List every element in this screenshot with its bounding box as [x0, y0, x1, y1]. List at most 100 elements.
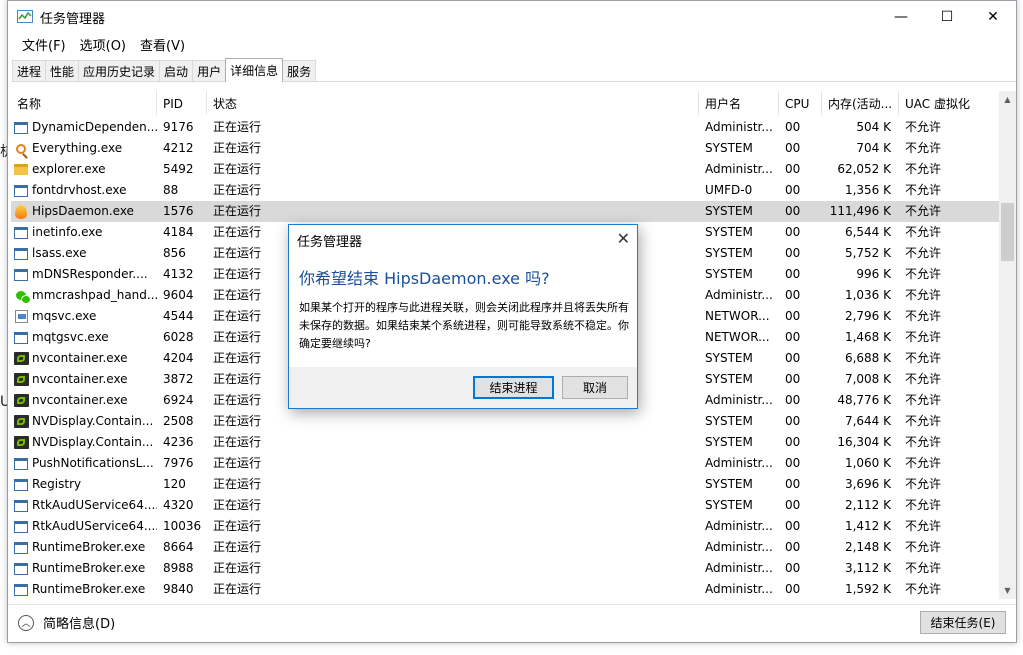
process-status-cell: 正在运行	[213, 411, 699, 432]
tab-services[interactable]: 服务	[282, 60, 316, 81]
process-status-cell: 正在运行	[213, 432, 699, 453]
process-uac-cell: 不允许	[905, 558, 999, 579]
process-pid-cell: 9840	[163, 579, 207, 599]
process-cpu-cell: 00	[785, 201, 822, 222]
table-row[interactable]: DynamicDependen...9176正在运行Administr...00…	[11, 117, 999, 138]
column-header-user[interactable]: 用户名	[699, 91, 779, 115]
tab-users[interactable]: 用户	[192, 60, 226, 81]
table-row[interactable]: PushNotificationsL...7976正在运行Administr..…	[11, 453, 999, 474]
process-name: nvcontainer.exe	[32, 390, 128, 411]
process-pid-cell: 4544	[163, 306, 207, 327]
process-name: RuntimeBroker.exe	[32, 579, 145, 599]
process-user-cell: SYSTEM	[705, 411, 779, 432]
process-user-cell: NETWOR...	[705, 306, 779, 327]
process-memory-cell: 3,112 K	[822, 558, 899, 579]
column-header-memory[interactable]: 内存(活动...	[822, 91, 899, 115]
process-memory-cell: 6,688 K	[822, 348, 899, 369]
tab-details[interactable]: 详细信息	[225, 58, 283, 82]
process-memory-cell: 5,752 K	[822, 243, 899, 264]
process-name: NVDisplay.Contain...	[32, 432, 153, 453]
process-uac-cell: 不允许	[905, 201, 999, 222]
process-name-cell: NVDisplay.Contain...	[11, 432, 157, 453]
chevron-up-icon: ︿	[18, 615, 34, 631]
process-name-cell: inetinfo.exe	[11, 222, 157, 243]
process-name-cell: RuntimeBroker.exe	[11, 558, 157, 579]
end-task-button[interactable]: 结束任务(E)	[920, 611, 1006, 634]
mq-icon	[13, 309, 29, 325]
process-name: mDNSResponder....	[32, 264, 148, 285]
dialog-body: 你希望结束 HipsDaemon.exe 吗? 如果某个打开的程序与此进程关联，…	[289, 255, 637, 367]
table-row[interactable]: RtkAudUService64....4320正在运行SYSTEM002,11…	[11, 495, 999, 516]
nvidia-icon	[13, 393, 29, 409]
process-uac-cell: 不允许	[905, 306, 999, 327]
window-icon	[13, 246, 29, 262]
sort-arrow-icon: ^	[79, 91, 87, 97]
dialog-close-icon[interactable]: ✕	[617, 229, 630, 248]
vertical-scrollbar[interactable]: ▲ ▼	[999, 91, 1016, 599]
table-row[interactable]: Registry120正在运行SYSTEM003,696 K不允许	[11, 474, 999, 495]
table-row[interactable]: HipsDaemon.exe1576正在运行SYSTEM00111,496 K不…	[11, 201, 999, 222]
process-name: inetinfo.exe	[32, 222, 102, 243]
title-bar[interactable]: 任务管理器 — ☐ ✕	[8, 1, 1016, 33]
column-header-name-label: 名称	[17, 97, 41, 111]
table-row[interactable]: Everything.exe4212正在运行SYSTEM00704 K不允许	[11, 138, 999, 159]
process-memory-cell: 16,304 K	[822, 432, 899, 453]
minimize-button[interactable]: —	[878, 1, 924, 33]
scroll-down-icon[interactable]: ▼	[999, 582, 1016, 599]
process-pid-cell: 8664	[163, 537, 207, 558]
tab-performance[interactable]: 性能	[45, 60, 79, 81]
scroll-thumb[interactable]	[1001, 203, 1014, 261]
table-row[interactable]: explorer.exe5492正在运行Administr...0062,052…	[11, 159, 999, 180]
table-header: ^ 名称 PID 状态 用户名 CPU 内存(活动... UAC 虚拟化	[11, 91, 999, 115]
table-row[interactable]: fontdrvhost.exe88正在运行UMFD-0001,356 K不允许	[11, 180, 999, 201]
process-name-cell: Everything.exe	[11, 138, 157, 159]
dialog-title-bar[interactable]: 任务管理器 ✕	[289, 225, 637, 255]
column-header-cpu[interactable]: CPU	[779, 91, 822, 115]
process-status-cell: 正在运行	[213, 579, 699, 599]
menu-file[interactable]: 文件(F)	[15, 35, 73, 54]
process-name-cell: mmcrashpad_hand...	[11, 285, 157, 306]
process-cpu-cell: 00	[785, 327, 822, 348]
menu-view[interactable]: 查看(V)	[133, 35, 192, 54]
tab-bar: 进程 性能 应用历史记录 启动 用户 详细信息 服务	[12, 57, 1016, 82]
process-pid-cell: 8988	[163, 558, 207, 579]
column-header-name[interactable]: ^ 名称	[11, 91, 157, 115]
tab-startup[interactable]: 启动	[159, 60, 193, 81]
process-uac-cell: 不允许	[905, 537, 999, 558]
process-memory-cell: 1,468 K	[822, 327, 899, 348]
tab-app-history[interactable]: 应用历史记录	[78, 60, 160, 81]
end-process-button[interactable]: 结束进程	[473, 376, 554, 399]
fewer-details-button[interactable]: ︿ 简略信息(D)	[18, 613, 115, 632]
window-icon	[13, 120, 29, 136]
window-icon	[13, 561, 29, 577]
cancel-button[interactable]: 取消	[562, 376, 628, 399]
process-uac-cell: 不允许	[905, 348, 999, 369]
process-name-cell: PushNotificationsL...	[11, 453, 157, 474]
process-pid-cell: 9176	[163, 117, 207, 138]
scroll-up-icon[interactable]: ▲	[999, 91, 1016, 108]
dialog-title: 任务管理器	[297, 231, 362, 250]
close-button[interactable]: ✕	[970, 1, 1016, 33]
column-header-uac[interactable]: UAC 虚拟化	[899, 91, 999, 115]
table-row[interactable]: NVDisplay.Contain...2508正在运行SYSTEM007,64…	[11, 411, 999, 432]
process-status-cell: 正在运行	[213, 537, 699, 558]
menu-options[interactable]: 选项(O)	[73, 35, 133, 54]
tab-processes[interactable]: 进程	[12, 60, 46, 81]
process-cpu-cell: 00	[785, 495, 822, 516]
window-icon	[13, 456, 29, 472]
process-uac-cell: 不允许	[905, 369, 999, 390]
table-row[interactable]: RuntimeBroker.exe9840正在运行Administr...001…	[11, 579, 999, 599]
table-row[interactable]: RuntimeBroker.exe8988正在运行Administr...003…	[11, 558, 999, 579]
table-row[interactable]: RuntimeBroker.exe8664正在运行Administr...002…	[11, 537, 999, 558]
process-pid-cell: 88	[163, 180, 207, 201]
column-header-pid[interactable]: PID	[157, 91, 207, 115]
table-row[interactable]: RtkAudUService64....10036正在运行Administr..…	[11, 516, 999, 537]
column-header-status[interactable]: 状态	[207, 91, 699, 115]
maximize-button[interactable]: ☐	[924, 1, 970, 33]
table-row[interactable]: NVDisplay.Contain...4236正在运行SYSTEM0016,3…	[11, 432, 999, 453]
nvidia-icon	[13, 414, 29, 430]
dialog-message: 如果某个打开的程序与此进程关联，则会关闭此程序并且将丢失所有未保存的数据。如果结…	[299, 299, 629, 353]
process-memory-cell: 2,112 K	[822, 495, 899, 516]
process-memory-cell: 1,036 K	[822, 285, 899, 306]
process-pid-cell: 4236	[163, 432, 207, 453]
